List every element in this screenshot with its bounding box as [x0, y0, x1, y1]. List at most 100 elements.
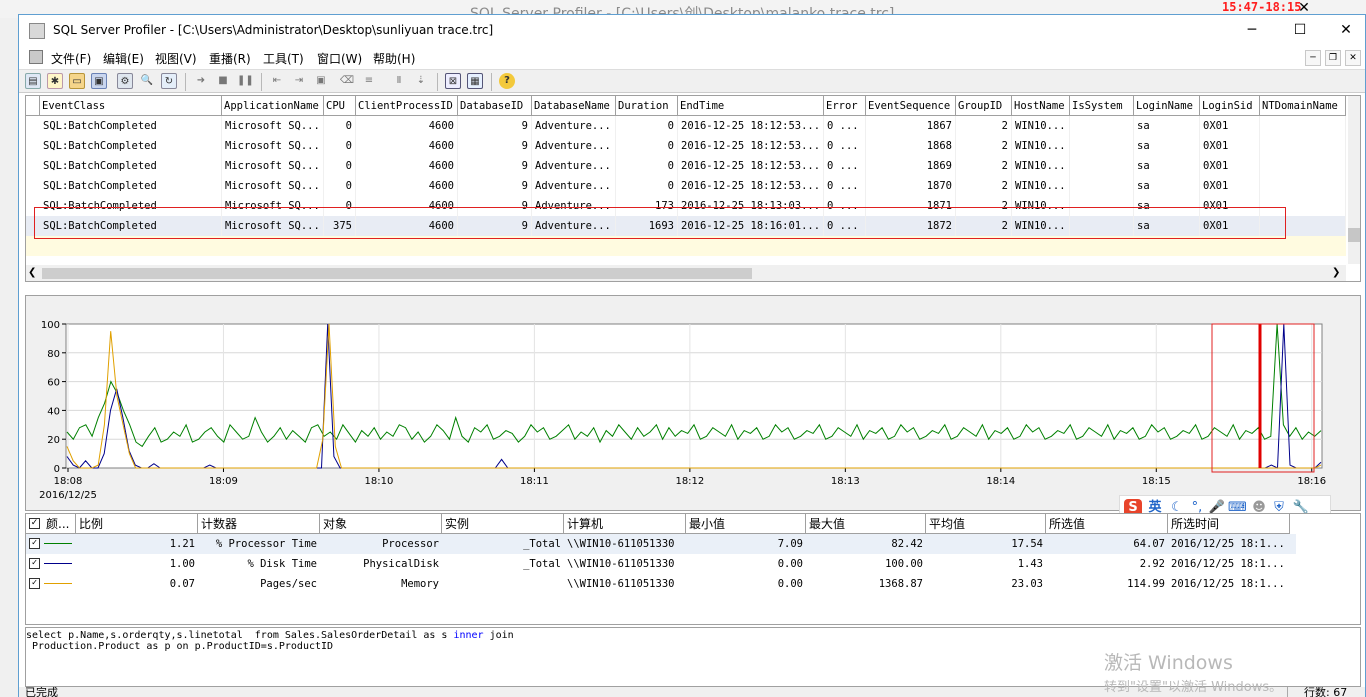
column-header-loginsid[interactable]: LoginSid — [1200, 96, 1260, 116]
save-icon[interactable]: ▣ — [91, 73, 107, 89]
counter-visible-checkbox[interactable]: ✓ — [29, 558, 40, 569]
counter-cell: % Processor Time — [215, 538, 317, 550]
close-button[interactable]: ✕ — [1323, 15, 1366, 45]
counter-visible-checkbox[interactable]: ✓ — [29, 538, 40, 549]
y-tick-label: 100 — [41, 320, 60, 331]
table-row[interactable]: SQL:BatchCompleted Microsoft SQ... 0 4600 9 A… — [26, 156, 1346, 176]
run-to-cursor-icon[interactable]: ⇥ — [291, 73, 307, 89]
mdi-minimize-icon[interactable]: ─ — [1305, 50, 1321, 66]
counter-header-instance[interactable]: 实例 — [442, 514, 564, 534]
grid-horizontal-scrollbar[interactable]: ❮ ❯ — [26, 265, 1346, 281]
counter-header-min[interactable]: 最小值 — [686, 514, 806, 534]
column-header-hostname[interactable]: HostName — [1012, 96, 1070, 116]
table-row[interactable]: SQL:BatchCompleted Microsoft SQ... 0 4600 9 A… — [26, 116, 1346, 136]
column-header-error[interactable]: Error — [824, 96, 866, 116]
counter-cell — [442, 574, 564, 594]
help-icon[interactable]: ? — [499, 73, 515, 89]
counter-header-max[interactable]: 最大值 — [806, 514, 926, 534]
menu-edit[interactable]: 编辑(E) — [103, 50, 144, 67]
clear-icon[interactable]: ⌫ — [339, 73, 355, 89]
counter-header-color[interactable]: ✓ 颜... — [26, 514, 76, 534]
scroll-right-icon[interactable]: ❯ — [1332, 267, 1340, 278]
column-header-loginname[interactable]: LoginName — [1134, 96, 1200, 116]
grid-cell: WIN10... — [1012, 136, 1070, 156]
counter-header-computer[interactable]: 计算机 — [564, 514, 686, 534]
minimize-button[interactable]: ─ — [1229, 15, 1275, 45]
table-row[interactable]: SQL:BatchCompleted Microsoft SQ... 0 4600 9 A… — [26, 176, 1346, 196]
grid-cell: 0 — [616, 156, 678, 176]
counter-header-object[interactable]: 对象 — [320, 514, 442, 534]
toolbar-separator — [437, 73, 438, 91]
counter-header-avg[interactable]: 平均值 — [926, 514, 1046, 534]
counter-header-selected-time[interactable]: 所选时间 — [1168, 514, 1290, 534]
column-header-ntdomainname[interactable]: NTDomainName — [1260, 96, 1346, 116]
x-tick-label: 18:12 — [675, 476, 704, 487]
toggle-icon[interactable]: ⇣ — [413, 73, 429, 89]
grid-cell: 4600 — [356, 156, 458, 176]
menu-tools[interactable]: 工具(T) — [263, 50, 304, 67]
new-template-icon[interactable]: ✱ — [47, 73, 63, 89]
column-header-cpu[interactable]: CPU — [324, 96, 356, 116]
menu-help[interactable]: 帮助(H) — [373, 50, 415, 67]
properties-icon[interactable]: ⚙ — [117, 73, 133, 89]
column-header-databasename[interactable]: DatabaseName — [532, 96, 616, 116]
counter-row[interactable]: ✓ 1.00 % Disk Time PhysicalDisk _Total \\WIN1… — [26, 554, 1296, 574]
x-tick-label: 18:11 — [520, 476, 549, 487]
grid-cell: SQL:BatchCompleted — [40, 116, 222, 136]
chart-svg[interactable]: 0 20 40 60 80 100 18:08 18:09 18:10 18:11 18:12 18:… — [26, 296, 1360, 510]
grid-cell — [1070, 116, 1134, 136]
replay-step-icon[interactable]: Ⅱ — [391, 73, 407, 89]
open-icon[interactable]: ▭ — [69, 73, 85, 89]
select-all-checkbox[interactable]: ✓ — [29, 518, 40, 529]
breakpoint-icon[interactable]: ▣ — [313, 73, 329, 89]
replay-icon[interactable]: ↻ — [161, 73, 177, 89]
counter-header-scale[interactable]: 比例 — [76, 514, 198, 534]
column-header-applicationname[interactable]: ApplicationName — [222, 96, 324, 116]
find-icon[interactable]: 🔍 — [139, 73, 155, 89]
column-header-endtime[interactable]: EndTime — [678, 96, 824, 116]
menu-view[interactable]: 视图(V) — [155, 50, 197, 67]
perfmon-icon[interactable]: ▦ — [467, 73, 483, 89]
import-perf-icon[interactable]: ⊠ — [445, 73, 461, 89]
grid-cell: 0 ... — [824, 176, 866, 196]
counter-visible-checkbox[interactable]: ✓ — [29, 578, 40, 589]
y-tick-label: 80 — [47, 349, 60, 360]
counter-header-counter[interactable]: 计数器 — [198, 514, 320, 534]
grid-vertical-scrollbar[interactable] — [1348, 96, 1360, 264]
x-tick-label: 18:16 — [1297, 476, 1326, 487]
column-header-duration[interactable]: Duration — [616, 96, 678, 116]
column-header-clientprocessid[interactable]: ClientProcessID — [356, 96, 458, 116]
pause-icon[interactable]: ❚❚ — [237, 73, 254, 89]
step-icon[interactable]: ⇤ — [269, 73, 285, 89]
column-header-issystem[interactable]: IsSystem — [1070, 96, 1134, 116]
counter-cell: 2.92 — [1139, 558, 1165, 570]
scroll-left-icon[interactable]: ❮ — [28, 267, 36, 278]
counter-row[interactable]: ✓ 0.07 Pages/sec Memory \\WIN10-611051330 0.0… — [26, 574, 1296, 594]
grid-cell: 0X01 — [1200, 136, 1260, 156]
table-row[interactable]: SQL:BatchCompleted Microsoft SQ... 0 4600 9 A… — [26, 136, 1346, 156]
stop-icon[interactable]: ■ — [215, 73, 231, 89]
mdi-close-icon[interactable]: ✕ — [1345, 50, 1361, 66]
column-header-groupid[interactable]: GroupID — [956, 96, 1012, 116]
menu-file[interactable]: 文件(F) — [51, 50, 91, 67]
vscroll-thumb[interactable] — [1348, 228, 1360, 242]
grid-cell: Adventure... — [532, 156, 616, 176]
counter-header-selected-value[interactable]: 所选值 — [1046, 514, 1168, 534]
new-trace-icon[interactable]: ▤ — [25, 73, 41, 89]
maximize-button[interactable]: ☐ — [1277, 15, 1323, 45]
counter-cell: PhysicalDisk — [363, 558, 439, 570]
column-header-eventsequence[interactable]: EventSequence — [866, 96, 956, 116]
counter-row[interactable]: ✓ 1.21 % Processor Time Processor _Total \\WI… — [26, 534, 1296, 554]
run-icon[interactable]: ➜ — [193, 73, 209, 89]
goto-icon[interactable]: ≡ — [361, 73, 377, 89]
column-header-databaseid[interactable]: DatabaseID — [458, 96, 532, 116]
menu-replay[interactable]: 重播(R) — [209, 50, 251, 67]
scroll-thumb[interactable] — [42, 268, 752, 279]
grid-cell: 2 — [956, 136, 1012, 156]
grid-cell: 2016-12-25 18:12:53... — [678, 136, 824, 156]
x-tick-label: 18:08 — [54, 476, 83, 487]
mdi-restore-icon[interactable]: ❐ — [1325, 50, 1341, 66]
column-header-eventclass[interactable]: EventClass — [40, 96, 222, 116]
document-icon[interactable] — [29, 50, 43, 64]
menu-window[interactable]: 窗口(W) — [317, 50, 362, 67]
